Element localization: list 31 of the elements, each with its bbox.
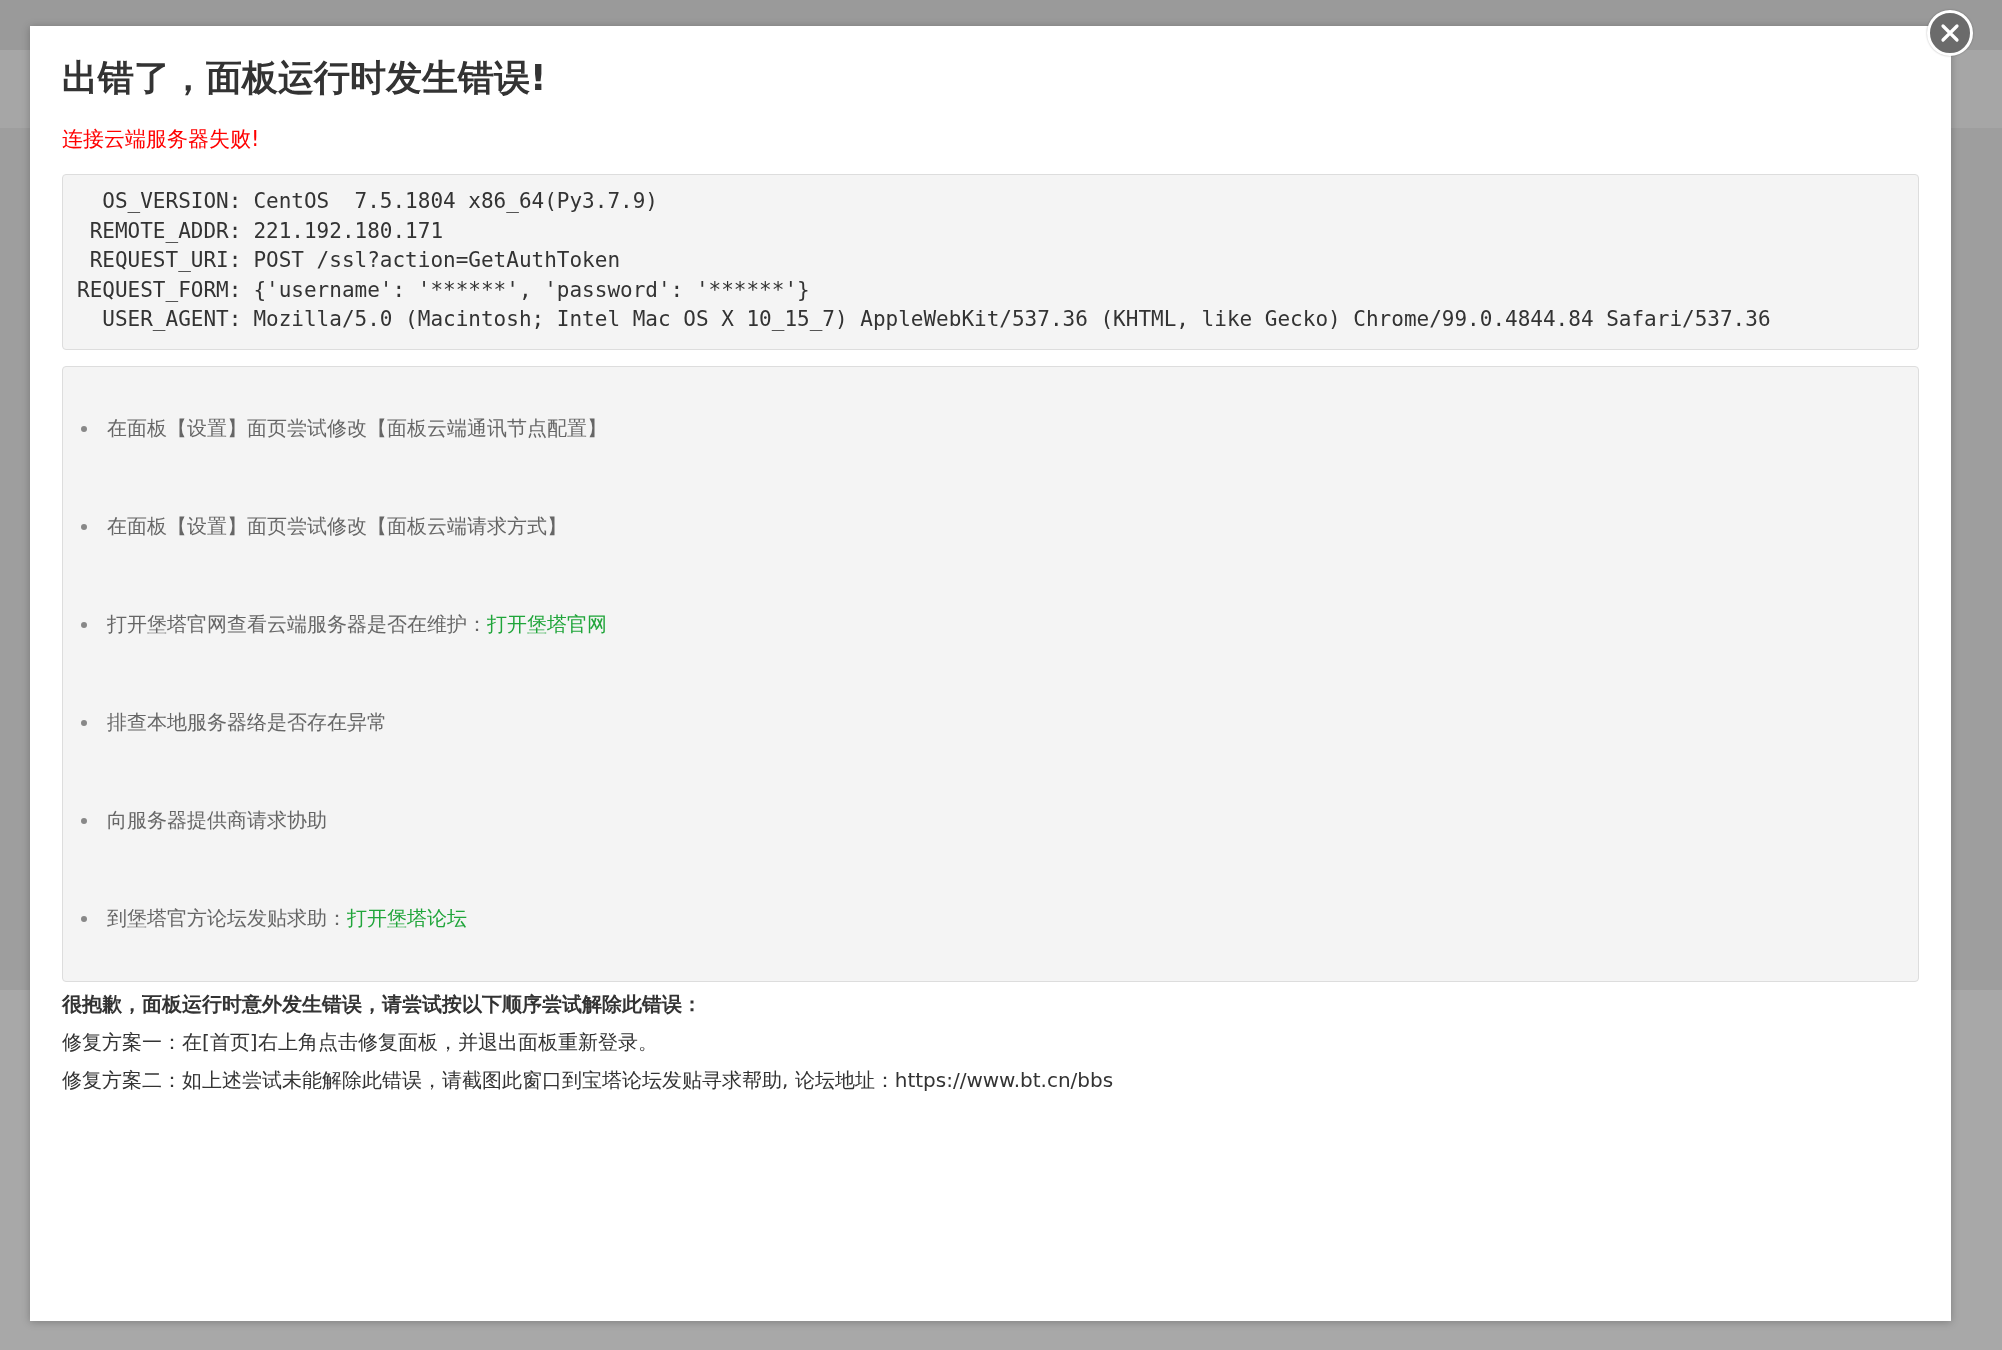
suggestion-link[interactable]: 打开堡塔论坛 xyxy=(347,905,467,932)
suggestion-text: 向服务器提供商请求协助 xyxy=(107,807,327,834)
close-icon xyxy=(1939,22,1961,44)
suggestion-text: 在面板【设置】面页尝试修改【面板云端通讯节点配置】 xyxy=(107,415,607,442)
bullet-icon xyxy=(81,621,87,628)
detail-value: 221.192.180.171 xyxy=(253,217,445,245)
detail-key: REQUEST_URI: xyxy=(77,246,242,276)
detail-key: REQUEST_FORM: xyxy=(77,275,242,305)
bullet-icon xyxy=(81,817,87,824)
dialog-title: 出错了，面板运行时发生错误! xyxy=(62,56,548,100)
detail-value: CentOS 7.5.1804 x86_64(Py3.7.9) xyxy=(253,188,659,215)
detail-key: OS_VERSION: xyxy=(77,187,242,217)
suggestion-text: 打开堡塔官网查看云端服务器是否在维护： xyxy=(107,611,487,638)
suggestion-text: 在面板【设置】面页尝试修改【面板云端请求方式】 xyxy=(107,513,567,540)
help-heading: 很抱歉，面板运行时意外发生错误，请尝试按以下顺序尝试解除此错误： xyxy=(62,990,703,1018)
suggestion-link[interactable]: 打开堡塔官网 xyxy=(487,611,607,638)
detail-value: {'username': '******', 'password': '******'} xyxy=(253,276,811,304)
detail-value: POST /ssl?action=GetAuthToken xyxy=(253,247,622,274)
error-message: 连接云端服务器失败! xyxy=(62,126,261,153)
detail-key: REMOTE_ADDR: xyxy=(77,216,242,246)
suggestion-text: 排查本地服务器络是否存在异常 xyxy=(107,709,387,736)
suggestion-text: 到堡塔官方论坛发贴求助： xyxy=(107,905,347,932)
bullet-icon xyxy=(81,523,87,530)
help-line: 修复方案二：如上述尝试未能解除此错误，请截图此窗口到宝塔论坛发贴寻求帮助, 论坛地址：https://www.bt.cn/bbs xyxy=(62,1066,1115,1094)
help-line: 修复方案一：在[首页]右上角点击修复面板，并退出面板重新登录。 xyxy=(62,1028,659,1056)
bullet-icon xyxy=(81,719,87,726)
detail-key: USER_AGENT: xyxy=(77,305,242,335)
close-button[interactable] xyxy=(1927,10,1973,56)
detail-value: Mozilla/5.0 (Macintosh; Intel Mac OS X 10_15_7) AppleWebKit/537.36 (KHTML, like Gecko) Chrome/99.0.4844.84 Safari/537.36 xyxy=(253,306,1772,333)
bullet-icon xyxy=(81,425,87,432)
bullet-icon xyxy=(81,915,87,922)
